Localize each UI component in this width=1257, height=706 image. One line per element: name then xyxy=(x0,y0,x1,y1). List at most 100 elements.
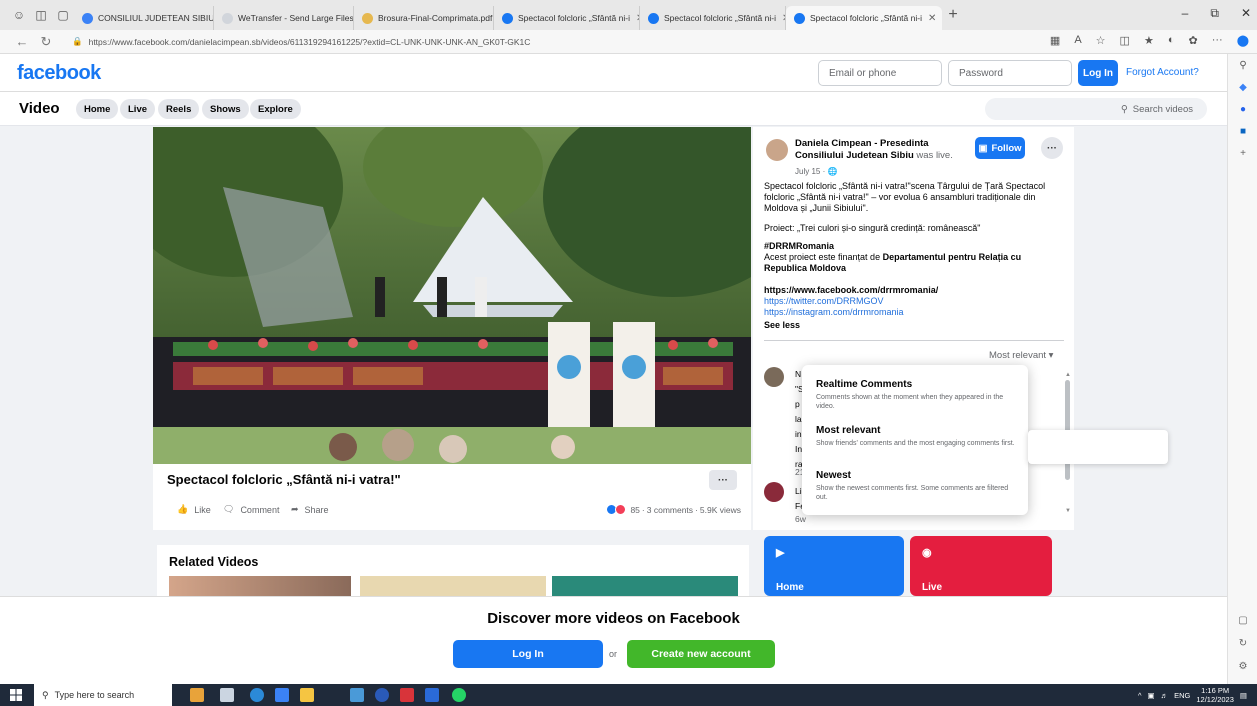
sort-option-realtime[interactable]: Realtime Comments Comments shown at the … xyxy=(816,379,1016,411)
split-screen-icon[interactable]: ◫ xyxy=(1120,34,1130,47)
login-button[interactable]: Log In xyxy=(1078,60,1118,86)
add-icon[interactable]: + xyxy=(1228,142,1257,164)
extensions-icon[interactable]: ✿ xyxy=(1188,34,1197,47)
volume-icon[interactable]: ♬ xyxy=(1161,691,1169,700)
video-nav-explore[interactable]: Explore xyxy=(250,99,301,119)
sort-option-newest[interactable]: Newest Show the newest comments first. S… xyxy=(816,470,1016,502)
post-project: Proiect: „Trei culori și-o singură credi… xyxy=(764,223,981,233)
discover-login-button[interactable]: Log In xyxy=(453,640,603,668)
favorites-icon[interactable]: ★ xyxy=(1144,34,1154,47)
restore-icon[interactable]: ⧉ xyxy=(1210,6,1219,21)
word-taskbar-icon[interactable] xyxy=(425,688,439,702)
clock[interactable]: 1:16 PM 12/12/2023 xyxy=(1196,686,1234,704)
forgot-account-link[interactable]: Forgot Account? xyxy=(1126,67,1199,78)
task-view-icon[interactable] xyxy=(220,688,234,702)
browser-tab-active[interactable]: Spectacol folcloric „Sfântă ni-i ✕ xyxy=(786,6,942,30)
new-tab-icon[interactable]: + xyxy=(942,6,964,24)
browser-tab[interactable]: Spectacol folcloric „Sfântă ni-i✕ xyxy=(494,6,640,30)
windows-start-icon[interactable] xyxy=(10,689,22,701)
video-info-bar: Spectacol folcloric „Sfântă ni-i vatra!"… xyxy=(153,464,751,530)
workspaces-icon[interactable]: ◫ xyxy=(30,4,52,26)
post-link-twitter[interactable]: https://twitter.com/DRRMGOV xyxy=(764,296,1054,307)
like-icon: 👍 xyxy=(177,504,189,514)
like-button[interactable]: 👍 Like xyxy=(177,504,211,515)
post-author[interactable]: Daniela Cimpean - Presedinta Consiliului… xyxy=(795,138,955,162)
password-field[interactable]: Password xyxy=(948,60,1072,86)
tray-chevron-icon[interactable]: ^ xyxy=(1138,691,1142,700)
browser-tab[interactable]: CONSILIUL JUDETEAN SIBIU - D✕ xyxy=(74,6,214,30)
sidebar-split-icon[interactable]: ▢ xyxy=(1228,609,1257,631)
whatsapp-taskbar-icon[interactable] xyxy=(452,688,466,702)
video-live-card[interactable]: ◉ Live xyxy=(910,536,1052,596)
post-hashtag[interactable]: #DRRMRomania xyxy=(764,241,1054,252)
tab-actions-icon[interactable]: ▢ xyxy=(52,4,74,26)
browser-tab[interactable]: WeTransfer - Send Large Files &✕ xyxy=(214,6,354,30)
video-nav-live[interactable]: Live xyxy=(120,99,156,119)
browser-taskbar-icon[interactable] xyxy=(375,688,389,702)
share-button[interactable]: ➦ Share xyxy=(291,504,329,515)
favorite-star-icon[interactable]: ☆ xyxy=(1096,34,1106,47)
comment-avatar[interactable] xyxy=(764,482,784,502)
copilot-icon[interactable]: ⬤ xyxy=(1237,34,1249,47)
comment-avatar[interactable] xyxy=(764,367,784,387)
address-bar-row: ← ↻ 🔒 https://www.facebook.com/danielacim… xyxy=(0,30,1257,54)
video-stats[interactable]: 85 · 3 comments · 5.9K views xyxy=(606,504,741,515)
outlook-icon[interactable]: ■ xyxy=(1228,120,1257,142)
search-icon[interactable]: ⚲ xyxy=(1228,54,1257,76)
grid-icon[interactable]: ▦ xyxy=(1050,34,1060,47)
video-frame-image xyxy=(153,127,751,464)
system-tray: ^ ▣ ♬ ENG 1:16 PM 12/12/2023 ▤ xyxy=(1138,686,1247,704)
close-tab-icon[interactable]: ✕ xyxy=(928,13,936,24)
notification-icon[interactable]: ▤ xyxy=(1240,691,1247,700)
taskbar-app-icon[interactable] xyxy=(190,688,204,702)
video-nav-shows[interactable]: Shows xyxy=(202,99,249,119)
see-less-link[interactable]: See less xyxy=(764,320,1054,331)
post-link-facebook[interactable]: https://www.facebook.com/drrmromania/ xyxy=(764,285,1054,296)
sort-comments-dropdown[interactable]: Most relevant ▾ xyxy=(989,350,1053,361)
pdf-taskbar-icon[interactable] xyxy=(400,688,414,702)
taskbar-search-input[interactable]: ⚲ Type here to search xyxy=(34,684,172,706)
sidebar-refresh-icon[interactable]: ↻ xyxy=(1228,632,1257,654)
language-indicator[interactable]: ENG xyxy=(1174,691,1190,700)
create-account-button[interactable]: Create new account xyxy=(627,640,775,668)
video-player[interactable] xyxy=(153,127,751,464)
post-description: Spectacol folcloric „Sfântă ni-i vatra!"… xyxy=(764,181,1046,213)
menu-icon[interactable]: ··· xyxy=(1212,34,1223,47)
teams-taskbar-icon[interactable] xyxy=(350,688,364,702)
video-nav-home[interactable]: Home xyxy=(76,99,119,119)
edge-taskbar-icon[interactable] xyxy=(250,688,264,702)
sidebar-settings-icon[interactable]: ⚙ xyxy=(1228,655,1257,677)
video-home-card[interactable]: ▶ Home xyxy=(764,536,904,596)
avatar[interactable] xyxy=(766,139,788,161)
file-explorer-icon[interactable] xyxy=(300,688,314,702)
post-link-instagram[interactable]: https://instagram.com/drrmromania xyxy=(764,307,1054,318)
close-window-icon[interactable]: ✕ xyxy=(1241,6,1251,21)
url-field[interactable]: 🔒 https://www.facebook.com/danielacimpean… xyxy=(64,32,1024,52)
video-nav-reels[interactable]: Reels xyxy=(158,99,200,119)
post-more-button[interactable]: ··· xyxy=(1041,137,1063,159)
back-icon[interactable]: ← xyxy=(10,34,34,49)
lock-icon: 🔒 xyxy=(72,36,83,46)
video-more-button[interactable]: ··· xyxy=(709,470,737,490)
facebook-logo[interactable]: facebook xyxy=(17,62,101,85)
shopping-icon[interactable]: ◆ xyxy=(1228,76,1257,98)
collections-icon[interactable]: ◐ xyxy=(1168,34,1175,47)
scroll-down-icon[interactable]: ▼ xyxy=(1065,508,1071,514)
store-taskbar-icon[interactable] xyxy=(275,688,289,702)
tools-icon[interactable]: ● xyxy=(1228,98,1257,120)
follow-button[interactable]: ▣ Follow xyxy=(975,137,1025,159)
search-videos-input[interactable]: ⚲ Search videos xyxy=(985,98,1207,120)
browser-tab[interactable]: Spectacol folcloric „Sfântă ni-i✕ xyxy=(640,6,786,30)
browser-tab[interactable]: Brosura-Final-Comprimata.pdf -✕ xyxy=(354,6,494,30)
minimize-icon[interactable]: – xyxy=(1182,6,1189,21)
profile-icon[interactable]: ☺ xyxy=(8,4,30,26)
post-date[interactable]: July 15 · 🌐 xyxy=(795,167,837,176)
email-field[interactable]: Email or phone xyxy=(818,60,942,86)
read-aloud-icon[interactable]: A xyxy=(1074,34,1081,47)
sort-option-most-relevant[interactable]: Most relevant Show friends' comments and… xyxy=(816,425,1016,448)
scroll-up-icon[interactable]: ▲ xyxy=(1065,372,1071,378)
network-icon[interactable]: ▣ xyxy=(1148,691,1155,700)
caret-down-icon: ▾ xyxy=(1048,350,1054,361)
comment-button[interactable]: 🗨 Comment xyxy=(223,504,279,515)
refresh-icon[interactable]: ↻ xyxy=(34,34,58,50)
